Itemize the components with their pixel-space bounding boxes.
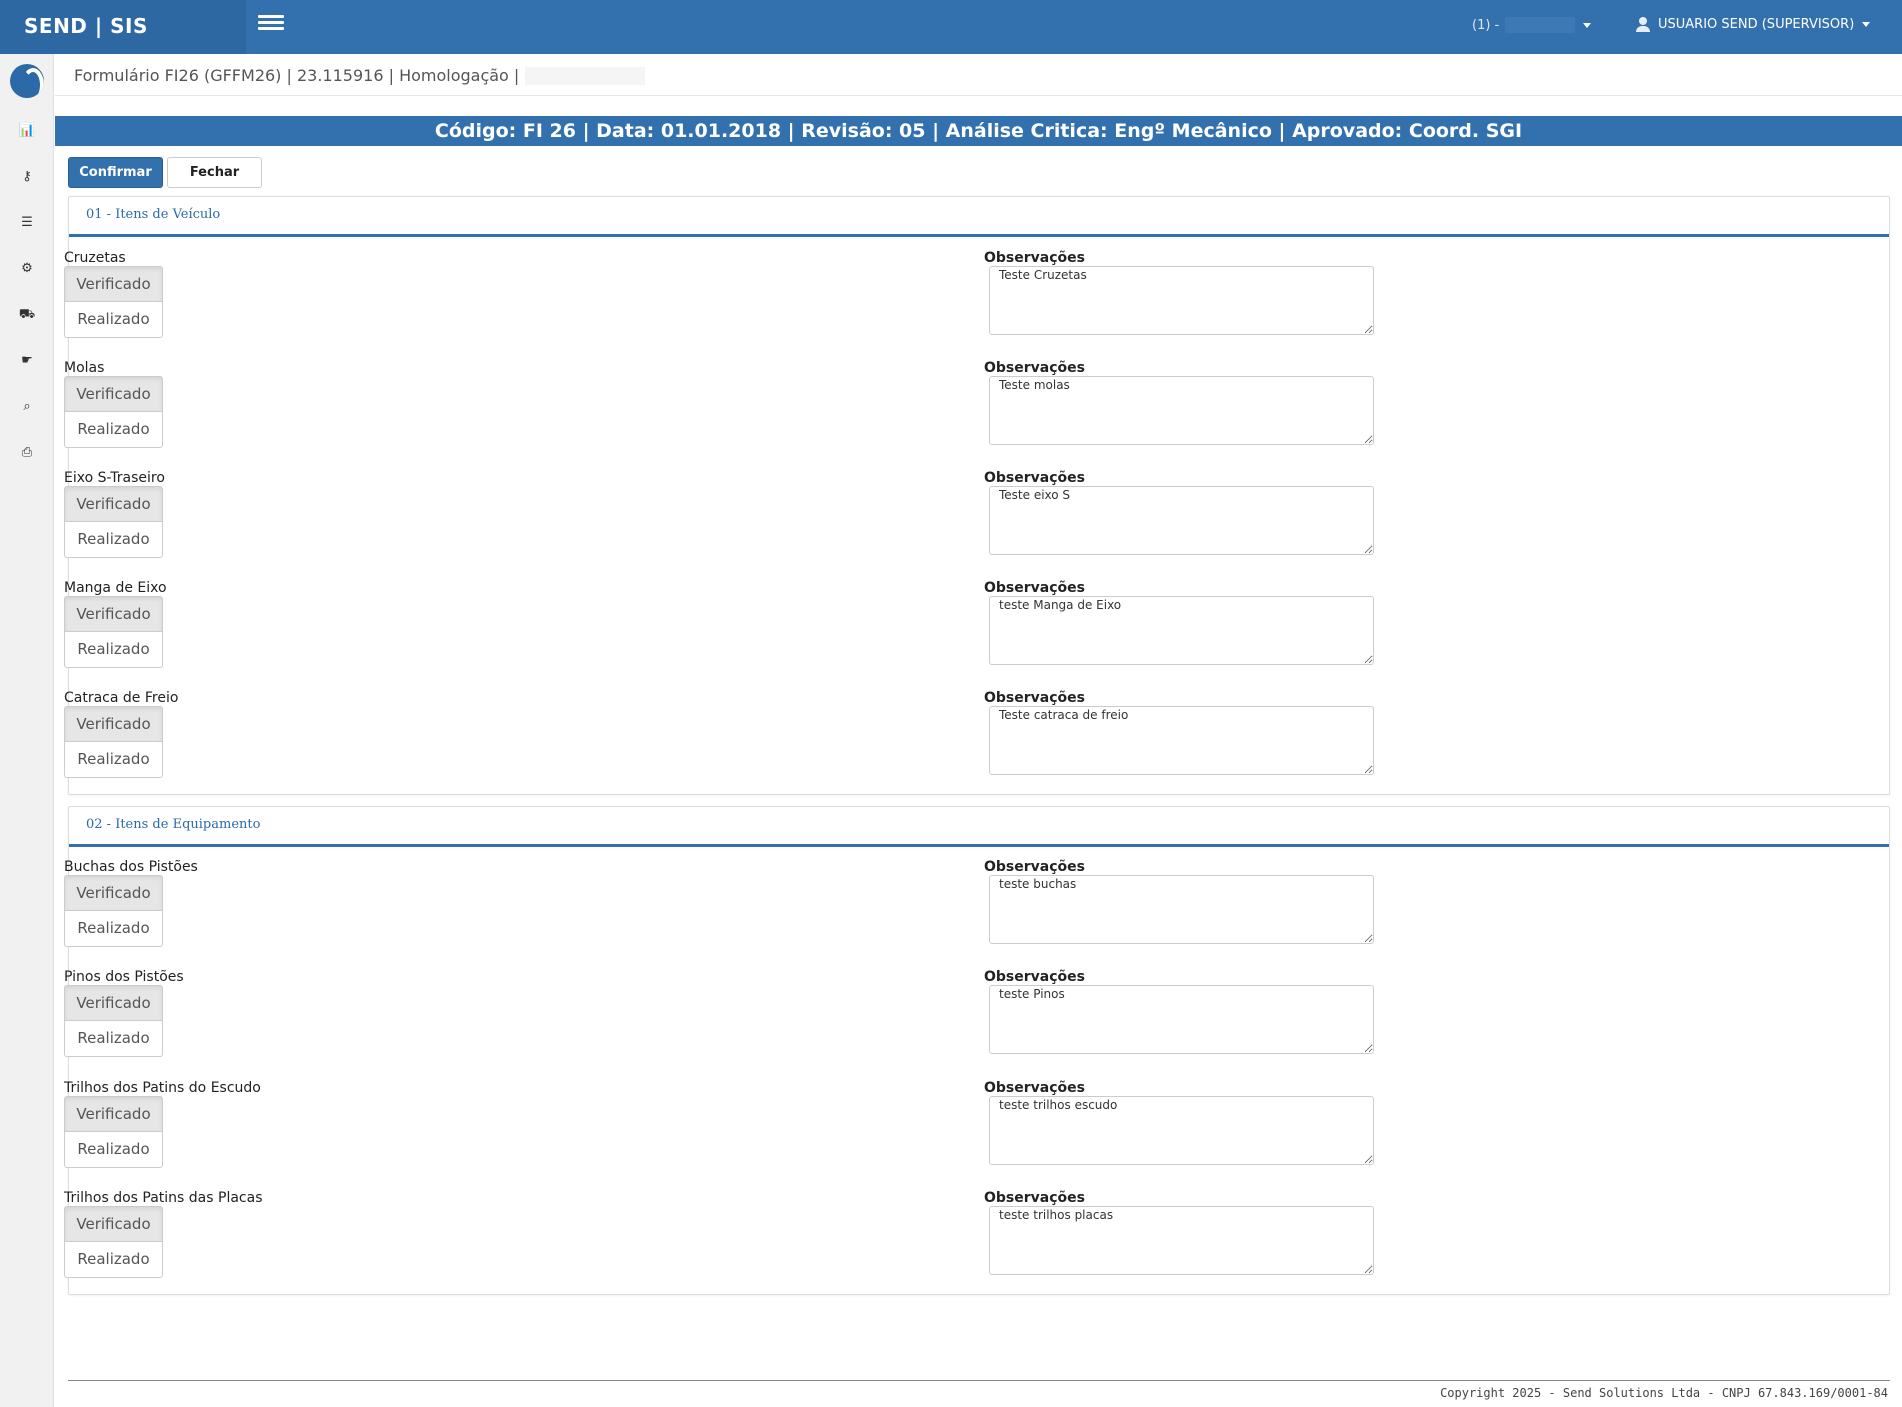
tasks-icon[interactable]: ☰ [14, 212, 40, 234]
chevron-down-icon [1583, 22, 1592, 28]
done-option[interactable]: Realizado [64, 522, 163, 558]
company-name-redacted [1505, 17, 1576, 33]
observations-textarea[interactable]: Teste eixo S [989, 486, 1374, 555]
gears-icon[interactable]: ⚙ [14, 258, 40, 280]
checklist-item: Catraca de Freio Verificado Realizado Ob… [64, 690, 1374, 794]
observations-textarea[interactable]: teste Manga de Eixo [989, 596, 1374, 665]
status-toggle-group: Verificado Realizado [64, 985, 163, 1057]
done-option[interactable]: Realizado [64, 1132, 163, 1168]
user-icon [1636, 17, 1650, 32]
breadcrumb-bar: Formulário FI26 (GFFM26) | 23.115916 | H… [55, 54, 1902, 96]
company-select-label: (1) - [1472, 17, 1500, 33]
item-label: Buchas dos Pistões [64, 859, 198, 875]
observations-label: Observações [984, 1190, 1085, 1206]
verified-option[interactable]: Verificado [64, 706, 163, 742]
checklist-item: Trilhos dos Patins das Placas Verificado… [64, 1190, 1374, 1294]
form-header: Código: FI 26 | Data: 01.01.2018 | Revis… [55, 116, 1902, 146]
item-label: Catraca de Freio [64, 690, 179, 706]
verified-option[interactable]: Verificado [64, 985, 163, 1021]
status-toggle-group: Verificado Realizado [64, 1096, 163, 1168]
checklist-item: Eixo S-Traseiro Verificado Realizado Obs… [64, 470, 1374, 574]
section-title: 01 - Itens de Veículo [69, 197, 1889, 237]
truck-icon[interactable]: ⛟ [14, 304, 40, 326]
company-select[interactable]: (1) - [1472, 17, 1592, 33]
key-icon[interactable]: ⚷ [14, 166, 40, 188]
status-toggle-group: Verificado Realizado [64, 596, 163, 668]
observations-label: Observações [984, 969, 1085, 985]
observations-label: Observações [984, 690, 1085, 706]
status-toggle-group: Verificado Realizado [64, 1206, 163, 1278]
status-toggle-group: Verificado Realizado [64, 266, 163, 338]
sidebar: 📊 ⚷ ☰ ⚙ ⛟ ☛ ⌕ ⎙ [0, 54, 54, 1407]
checklist-item: Buchas dos Pistões Verificado Realizado … [64, 859, 1374, 963]
observations-label: Observações [984, 360, 1085, 376]
bar-chart-icon[interactable]: 📊 [14, 120, 40, 142]
item-label: Molas [64, 360, 105, 376]
user-name: USUARIO SEND (SUPERVISOR) [1658, 17, 1855, 32]
observations-textarea[interactable]: teste trilhos placas [989, 1206, 1374, 1275]
brand-logo[interactable]: SEND | SIS [0, 0, 246, 54]
top-navbar: SEND | SIS (1) - USUARIO SEND (SUPERVISO… [0, 0, 1902, 54]
verified-option[interactable]: Verificado [64, 1096, 163, 1132]
close-button[interactable]: Fechar [167, 157, 262, 188]
verified-option[interactable]: Verificado [64, 266, 163, 302]
print-icon[interactable]: ⎙ [14, 442, 40, 464]
item-label: Trilhos dos Patins do Escudo [64, 1080, 261, 1096]
verified-option[interactable]: Verificado [64, 486, 163, 522]
status-toggle-group: Verificado Realizado [64, 875, 163, 947]
observations-label: Observações [984, 580, 1085, 596]
observations-textarea[interactable]: teste Pinos [989, 985, 1374, 1054]
breadcrumb: Formulário FI26 (GFFM26) | 23.115916 | H… [74, 66, 646, 85]
item-label: Manga de Eixo [64, 580, 167, 596]
breadcrumb-text: Formulário FI26 (GFFM26) | 23.115916 | H… [74, 66, 520, 85]
observations-textarea[interactable]: Teste Cruzetas [989, 266, 1374, 335]
search-icon[interactable]: ⌕ [14, 396, 40, 418]
item-label: Trilhos dos Patins das Placas [64, 1190, 263, 1206]
verified-option[interactable]: Verificado [64, 376, 163, 412]
observations-label: Observações [984, 1080, 1085, 1096]
chevron-down-icon [1862, 22, 1871, 27]
status-toggle-group: Verificado Realizado [64, 376, 163, 448]
observations-textarea[interactable]: Teste molas [989, 376, 1374, 445]
observations-label: Observações [984, 250, 1085, 266]
checklist-item: Cruzetas Verificado Realizado Observaçõe… [64, 250, 1374, 354]
status-toggle-group: Verificado Realizado [64, 706, 163, 778]
app-logo-icon[interactable] [10, 64, 44, 98]
user-menu[interactable]: USUARIO SEND (SUPERVISOR) [1636, 17, 1871, 32]
checklist-item: Pinos dos Pistões Verificado Realizado O… [64, 969, 1374, 1073]
verified-option[interactable]: Verificado [64, 596, 163, 632]
observations-textarea[interactable]: Teste catraca de freio [989, 706, 1374, 775]
status-toggle-group: Verificado Realizado [64, 486, 163, 558]
item-label: Pinos dos Pistões [64, 969, 184, 985]
done-option[interactable]: Realizado [64, 632, 163, 668]
verified-option[interactable]: Verificado [64, 1206, 163, 1242]
done-option[interactable]: Realizado [64, 911, 163, 947]
observations-label: Observações [984, 470, 1085, 486]
done-option[interactable]: Realizado [64, 412, 163, 448]
done-option[interactable]: Realizado [64, 742, 163, 778]
section-title: 02 - Itens de Equipamento [69, 807, 1889, 847]
hamburger-menu-icon[interactable] [258, 15, 284, 35]
done-option[interactable]: Realizado [64, 1021, 163, 1057]
item-label: Cruzetas [64, 250, 126, 266]
hand-icon[interactable]: ☛ [14, 350, 40, 372]
confirm-button[interactable]: Confirmar [68, 157, 163, 188]
observations-textarea[interactable]: teste trilhos escudo [989, 1096, 1374, 1165]
breadcrumb-redacted [525, 66, 646, 85]
footer-copyright: Copyright 2025 - Send Solutions Ltda - C… [1440, 1386, 1888, 1400]
checklist-item: Manga de Eixo Verificado Realizado Obser… [64, 580, 1374, 684]
observations-textarea[interactable]: teste buchas [989, 875, 1374, 944]
footer-divider [68, 1380, 1890, 1381]
verified-option[interactable]: Verificado [64, 875, 163, 911]
done-option[interactable]: Realizado [64, 1242, 163, 1278]
observations-label: Observações [984, 859, 1085, 875]
done-option[interactable]: Realizado [64, 302, 163, 338]
item-label: Eixo S-Traseiro [64, 470, 165, 486]
checklist-item: Molas Verificado Realizado Observações T… [64, 360, 1374, 464]
checklist-item: Trilhos dos Patins do Escudo Verificado … [64, 1080, 1374, 1184]
